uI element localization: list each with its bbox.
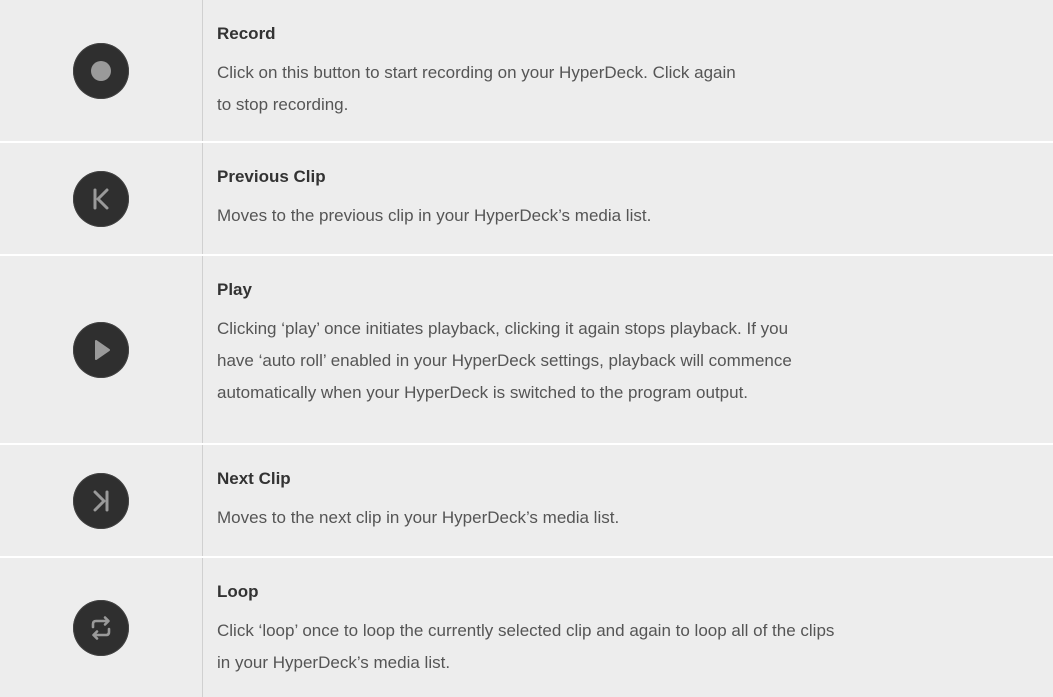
- row-title: Record: [217, 24, 276, 43]
- previous-clip-icon: [93, 188, 109, 209]
- description-line: in your HyperDeck’s media list.: [217, 653, 451, 672]
- text-cell: Loop Click ‘loop’ once to loop the curre…: [203, 558, 1053, 697]
- previous-clip-button[interactable]: [73, 170, 129, 227]
- loop-button[interactable]: [73, 599, 129, 656]
- table-row-previous-clip: Previous Clip Moves to the previous clip…: [0, 143, 1053, 256]
- record-button[interactable]: [73, 42, 129, 99]
- controls-table: Record Click on this button to start rec…: [0, 0, 1053, 697]
- text-cell: Next Clip Moves to the next clip in your…: [203, 445, 1053, 556]
- icon-cell: [0, 143, 203, 254]
- next-clip-button[interactable]: [73, 472, 129, 529]
- row-title: Next Clip: [217, 469, 291, 488]
- record-icon: [91, 60, 111, 81]
- table-row-next-clip: Next Clip Moves to the next clip in your…: [0, 445, 1053, 558]
- text-cell: Play Clicking ‘play’ once initiates play…: [203, 256, 1053, 443]
- icon-cell: [0, 256, 203, 443]
- description-line: Clicking ‘play’ once initiates playback,…: [217, 319, 789, 338]
- row-description: Clicking ‘play’ once initiates playback,…: [217, 313, 1053, 409]
- icon-cell: [0, 0, 203, 141]
- description-line: Click ‘loop’ once to loop the currently …: [217, 621, 835, 640]
- description-line: to stop recording.: [217, 95, 349, 114]
- row-title: Loop: [217, 582, 259, 601]
- loop-icon: [91, 615, 111, 640]
- description-line: have ‘auto roll’ enabled in your HyperDe…: [217, 351, 792, 370]
- table-row-play: Play Clicking ‘play’ once initiates play…: [0, 256, 1053, 445]
- description-line: automatically when your HyperDeck is swi…: [217, 383, 749, 402]
- description-line: Click on this button to start recording …: [217, 63, 736, 82]
- row-description: Moves to the previous clip in your Hyper…: [217, 200, 1053, 232]
- text-cell: Previous Clip Moves to the previous clip…: [203, 143, 1053, 254]
- row-title: Previous Clip: [217, 167, 326, 186]
- row-description: Click on this button to start recording …: [217, 57, 1053, 121]
- next-clip-icon: [93, 490, 109, 511]
- table-row-record: Record Click on this button to start rec…: [0, 0, 1053, 143]
- row-description: Click ‘loop’ once to loop the currently …: [217, 615, 1053, 679]
- icon-cell: [0, 445, 203, 556]
- description-line: Moves to the next clip in your HyperDeck…: [217, 508, 620, 527]
- text-cell: Record Click on this button to start rec…: [203, 0, 1053, 141]
- description-line: Moves to the previous clip in your Hyper…: [217, 206, 652, 225]
- table-row-loop: Loop Click ‘loop’ once to loop the curre…: [0, 558, 1053, 697]
- row-description: Moves to the next clip in your HyperDeck…: [217, 502, 1053, 534]
- play-icon: [95, 339, 110, 360]
- icon-cell: [0, 558, 203, 697]
- play-button[interactable]: [73, 321, 129, 378]
- row-title: Play: [217, 280, 252, 299]
